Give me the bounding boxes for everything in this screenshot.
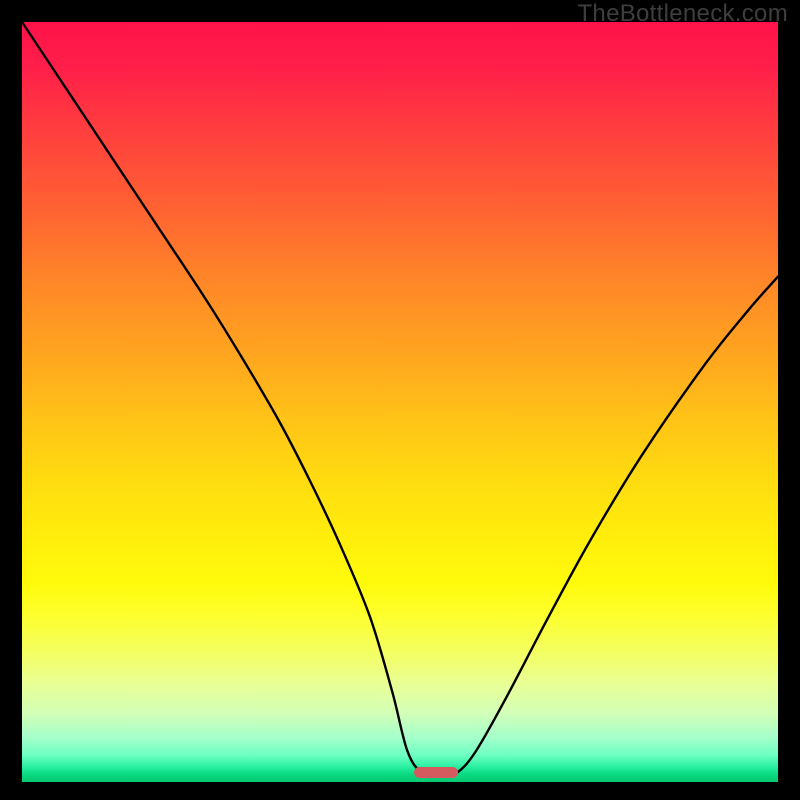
curve-svg (22, 22, 778, 782)
bottleneck-marker (414, 767, 458, 778)
watermark-text: TheBottleneck.com (577, 0, 788, 28)
bottleneck-curve (22, 22, 778, 775)
plot-area (22, 22, 778, 782)
chart-frame: TheBottleneck.com (0, 0, 800, 800)
